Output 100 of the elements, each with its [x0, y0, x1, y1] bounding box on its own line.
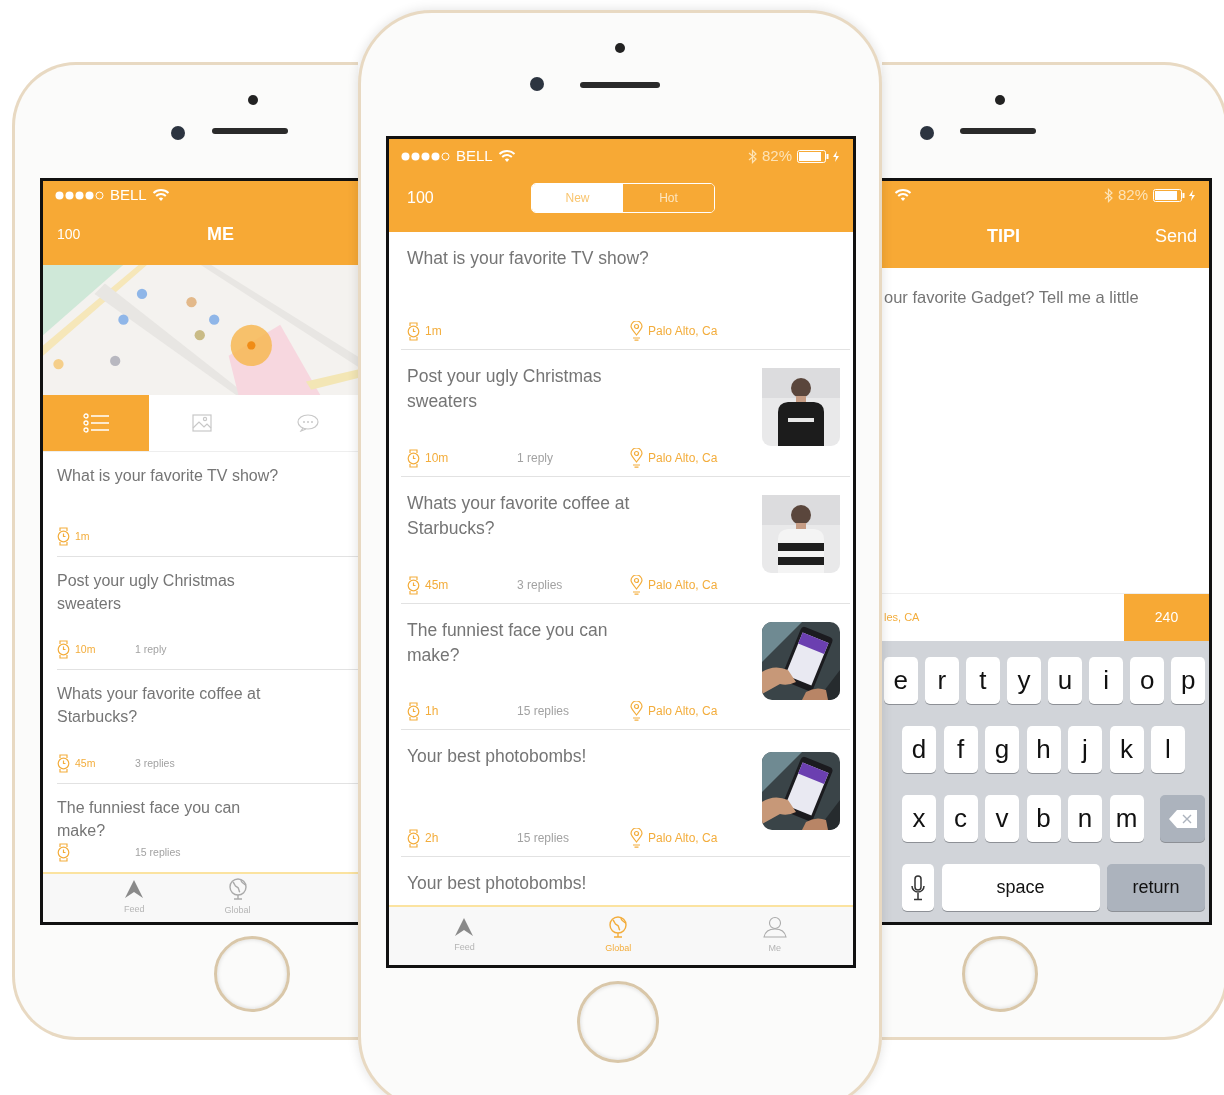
return-key[interactable]: return [1107, 864, 1205, 911]
post-location: Palo Alto, Ca [648, 450, 718, 467]
keyboard-key[interactable]: u [1048, 657, 1082, 704]
keyboard-key[interactable]: i [1089, 657, 1123, 704]
reply-count: 1 reply [135, 642, 167, 655]
wifi-icon [497, 149, 516, 163]
view-tab[interactable] [43, 395, 149, 451]
carrier-name: BELL [110, 184, 147, 205]
camera-lens [530, 77, 544, 91]
bluetooth-icon [747, 148, 757, 164]
pin-icon [630, 321, 643, 341]
keyboard-key[interactable]: h [1026, 726, 1061, 773]
score-count: 100 [407, 187, 435, 208]
post-time: 1h [425, 703, 439, 720]
character-counter: 240 [1124, 594, 1209, 641]
wifi-icon [894, 188, 912, 202]
keyboard-key[interactable]: d [902, 726, 936, 773]
keyboard-key[interactable]: f [943, 726, 978, 773]
watch-icon [57, 754, 70, 773]
watch-icon [407, 321, 420, 341]
reply-count: 15 replies [517, 704, 570, 718]
backspace-key[interactable] [1160, 795, 1205, 842]
question-text: What is your favorite TV show? [57, 466, 280, 486]
pin-icon [630, 701, 643, 721]
post-time: 45m [75, 755, 96, 771]
reply-count: 3 replies [135, 756, 175, 769]
keyboard-key[interactable]: v [985, 795, 1019, 842]
post-time: 10m [425, 450, 449, 467]
mountain-icon [454, 917, 475, 938]
list-icon [83, 413, 109, 433]
battery-icon [1153, 188, 1197, 202]
microphone-icon [911, 874, 925, 901]
reply-count: 1 reply [517, 451, 554, 465]
question-text: Your best photobombs! [407, 872, 588, 895]
pin-icon [630, 448, 643, 468]
question-text: Whats your favorite coffee at Starbucks? [407, 492, 631, 541]
keyboard-key[interactable]: g [985, 726, 1019, 773]
question-text: The funniest face you can make? [57, 798, 242, 842]
sensor-dot [615, 43, 625, 53]
keyboard-key[interactable]: b [1026, 795, 1061, 842]
battery-icon [797, 149, 841, 163]
reply-count: 15 replies [135, 845, 181, 858]
reply-count: 3 replies [517, 578, 563, 592]
keyboard-key[interactable]: l [1151, 726, 1185, 773]
post-location: Palo Alto, Ca [648, 830, 718, 847]
post-time: 10m [75, 641, 96, 657]
post-time: 1m [75, 528, 90, 544]
chat-icon [297, 414, 319, 432]
compose-text: our favorite Gadget? Tell me a little [883, 287, 1140, 308]
post-location: Palo Alto, Ca [648, 703, 718, 720]
keyboard-key[interactable]: x [902, 795, 936, 842]
post-time: 1m [425, 323, 442, 340]
camera-lens [171, 126, 185, 140]
carrier-name: BELL [456, 145, 493, 166]
watch-icon [407, 448, 420, 468]
keyboard-key[interactable]: p [1171, 657, 1205, 704]
sensor-dot [248, 95, 258, 105]
question-text: Whats your favorite coffee at Starbucks? [57, 684, 262, 728]
signal-icon [401, 151, 451, 161]
backspace-icon [1167, 808, 1198, 829]
keyboard-key[interactable]: k [1109, 726, 1144, 773]
keyboard-key[interactable]: m [1109, 795, 1144, 842]
person-icon [761, 916, 788, 939]
keyboard-key[interactable]: r [925, 657, 959, 704]
question-text: The funniest face you can make? [407, 619, 609, 668]
question-text: Your best photobombs! [407, 745, 588, 768]
sensor-dot [995, 95, 1005, 105]
post-location: Palo Alto, Ca [648, 577, 718, 594]
keyboard-key[interactable]: j [1068, 726, 1102, 773]
keyboard-key[interactable]: t [966, 657, 1000, 704]
watch-icon [407, 701, 420, 721]
space-key[interactable]: space [941, 864, 1100, 911]
screen-title: TIPI [987, 225, 1021, 248]
keyboard-key[interactable]: o [1130, 657, 1164, 704]
location-text: les, CA [883, 610, 920, 626]
post-time: 45m [425, 577, 449, 594]
watch-icon [57, 527, 70, 546]
keyboard-key[interactable]: n [1068, 795, 1102, 842]
camera-lens [920, 126, 934, 140]
watch-icon [407, 575, 420, 595]
keyboard-key[interactable]: y [1007, 657, 1041, 704]
globe-icon [608, 916, 629, 939]
keyboard-key[interactable]: c [943, 795, 978, 842]
reply-count: 15 replies [517, 831, 570, 845]
post-location: Palo Alto, Ca [648, 323, 718, 340]
question-text: Post your ugly Christmas sweaters [407, 365, 603, 414]
screen-title: ME [207, 222, 234, 246]
keyboard-key[interactable]: e [884, 657, 918, 704]
score-count: 100 [57, 224, 82, 244]
watch-icon [57, 640, 70, 659]
mountain-icon [124, 879, 145, 900]
image-icon [192, 414, 212, 432]
pin-icon [630, 828, 643, 848]
watch-icon [57, 843, 70, 862]
microphone-key[interactable] [902, 864, 934, 911]
battery-percent: 82% [1117, 184, 1148, 205]
watch-icon [407, 828, 420, 848]
signal-icon [55, 190, 105, 200]
question-text: Post your ugly Christmas sweaters [57, 571, 236, 615]
bluetooth-icon [1103, 187, 1113, 203]
